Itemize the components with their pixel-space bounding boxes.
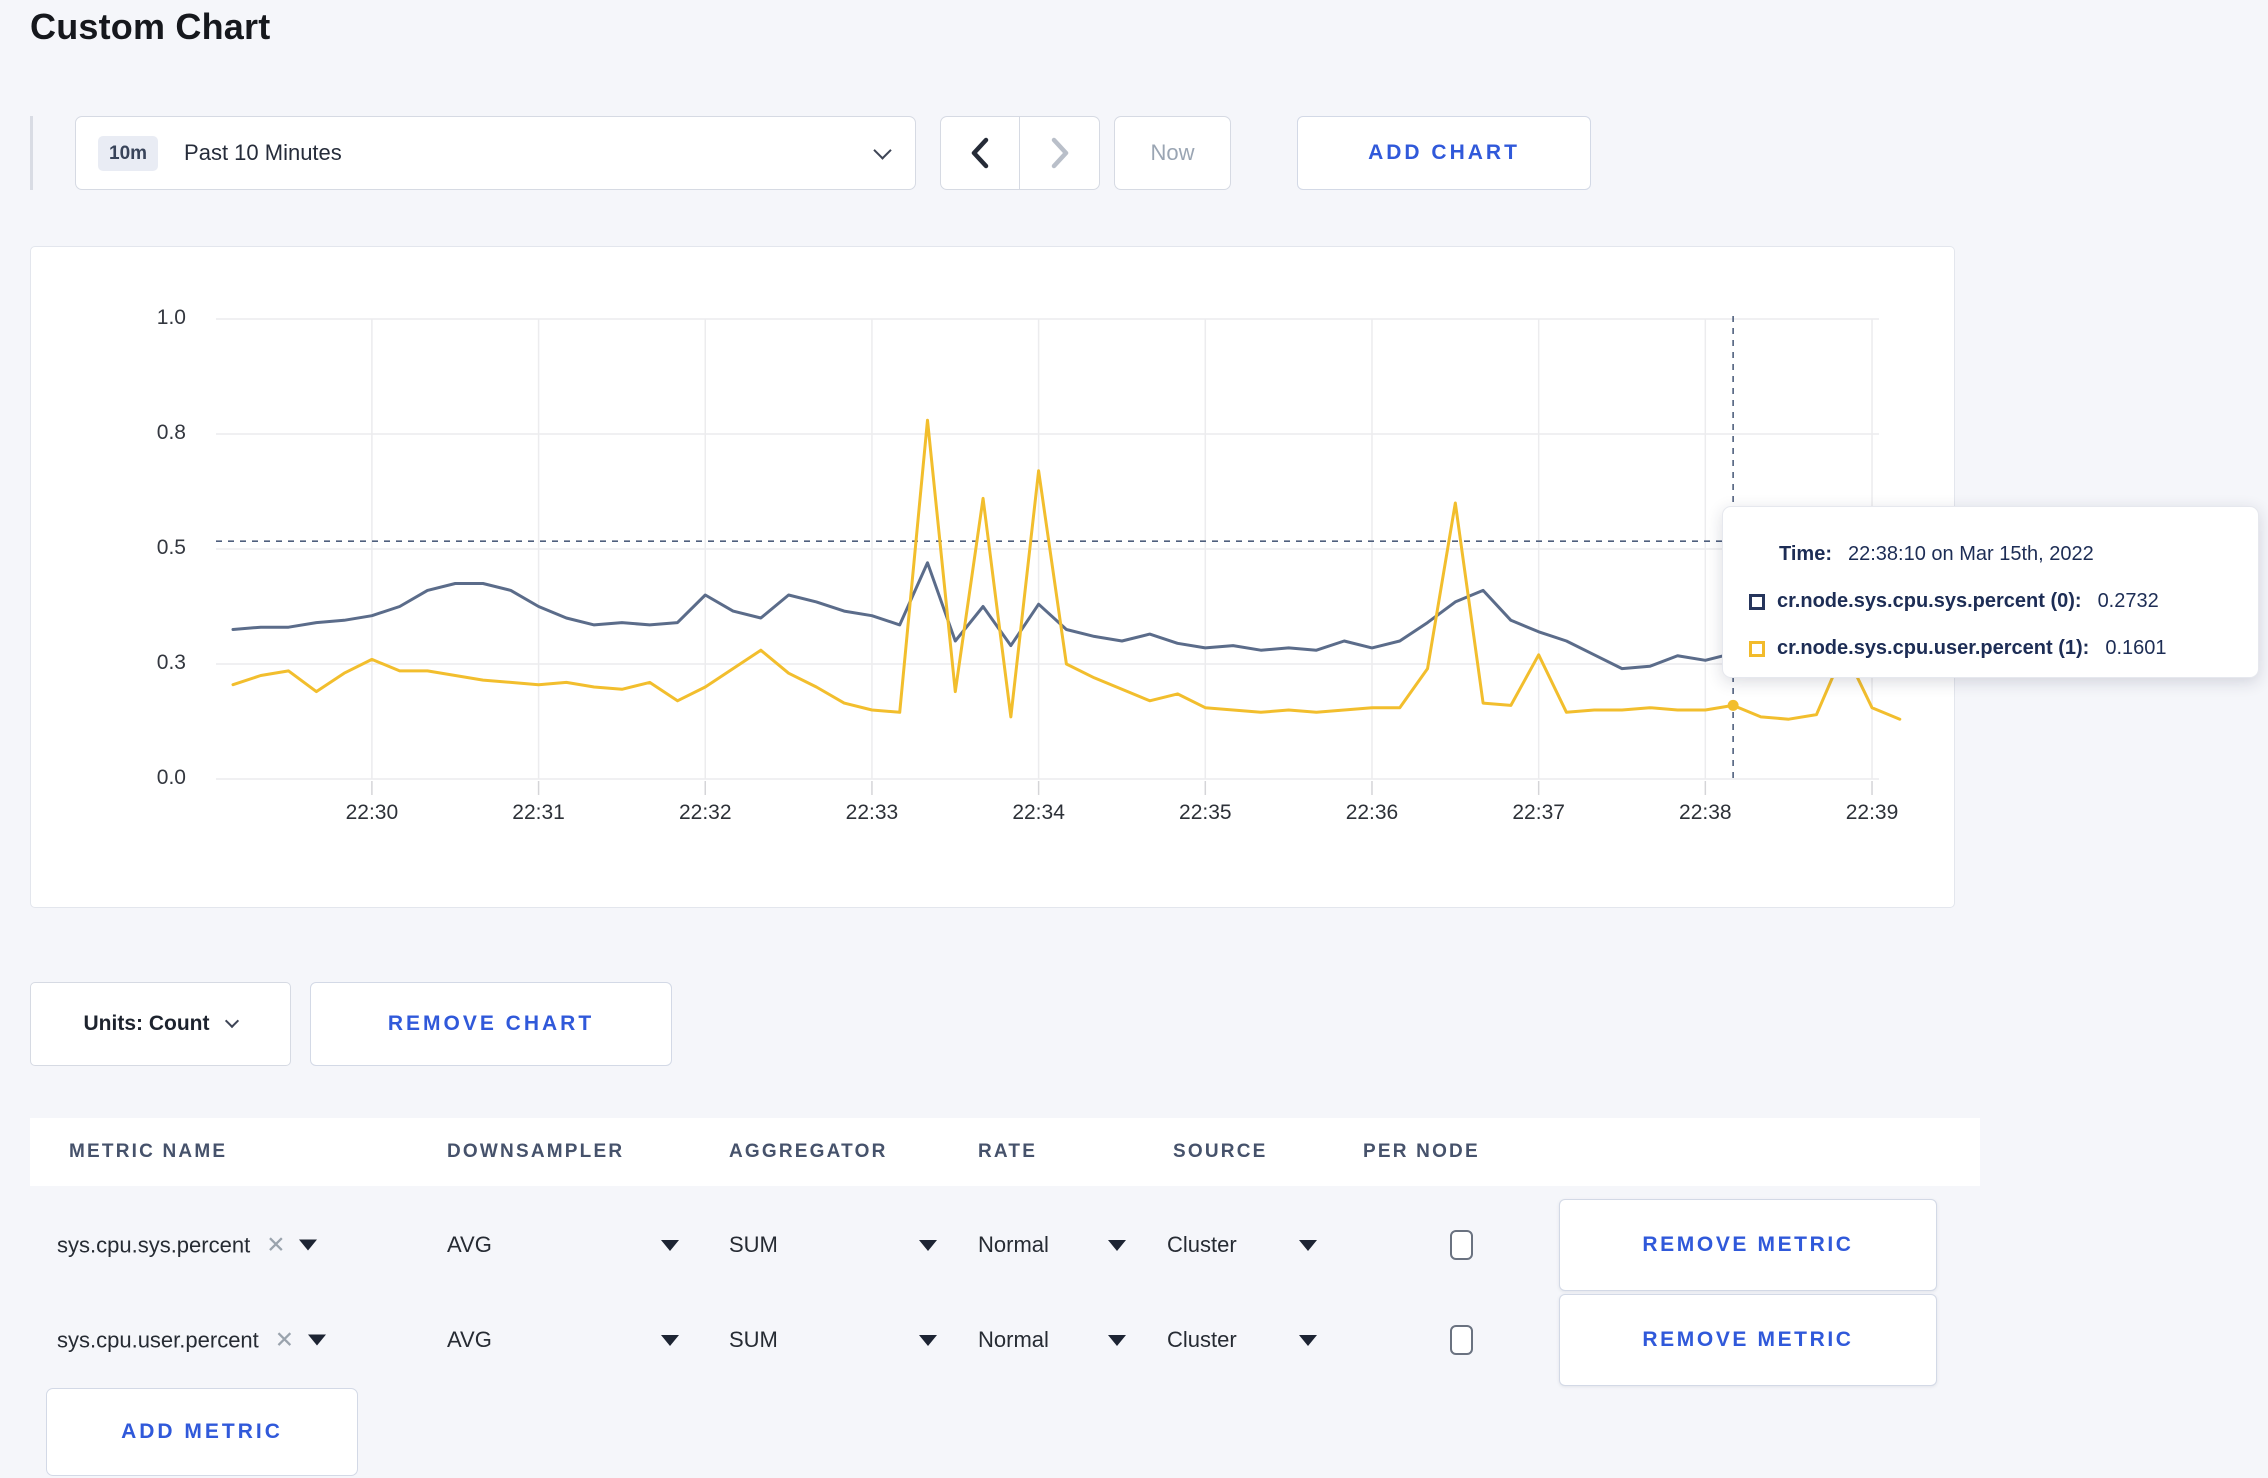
- chart-card: 0.0 0.3 0.5 0.8 1.0 22:30 22:31 22:32 22:33 22:34…: [30, 246, 2259, 908]
- per-node-checkbox[interactable]: [1450, 1325, 1473, 1355]
- tooltip-user-value: 0.1601: [2105, 637, 2167, 659]
- y-axis-label: 0.5: [156, 536, 186, 559]
- rate-dropdown[interactable]: Normal: [978, 1232, 1126, 1258]
- remove-metric-x-icon[interactable]: ✕: [266, 1232, 285, 1259]
- y-axis-label: 0.3: [156, 651, 186, 674]
- metric-row: sys.cpu.sys.percent ✕ AVG SUM Normal Clu…: [30, 1199, 1980, 1291]
- units-select[interactable]: Units: Count: [30, 982, 291, 1066]
- source-dropdown[interactable]: Cluster: [1167, 1232, 1317, 1258]
- x-axis-label: 22:35: [1179, 801, 1232, 824]
- tooltip-series-row: cr.node.sys.cpu.user.percent (1): 0.1601: [1723, 625, 2258, 672]
- col-header-source: SOURCE: [1173, 1141, 1268, 1162]
- caret-down-icon: [1108, 1334, 1126, 1346]
- y-axis-label: 1.0: [156, 306, 186, 329]
- caret-down-icon: [661, 1239, 679, 1251]
- chevron-down-icon: [873, 140, 892, 160]
- col-header-rate: RATE: [978, 1141, 1038, 1162]
- metrics-table-header: METRIC NAME DOWNSAMPLER AGGREGATOR RATE …: [30, 1118, 1980, 1186]
- time-range-badge: 10m: [98, 135, 159, 171]
- x-axis-label: 22:39: [1845, 801, 1899, 824]
- caret-down-icon: [1299, 1334, 1317, 1346]
- time-range-select[interactable]: 10m Past 10 Minutes: [75, 116, 916, 190]
- chevron-down-icon: [225, 1013, 240, 1029]
- rate-dropdown[interactable]: Normal: [978, 1327, 1126, 1353]
- tooltip-time-value: 22:38:10 on Mar 15th, 2022: [1847, 543, 2094, 565]
- col-header-aggregator: AGGREGATOR: [729, 1141, 888, 1162]
- tooltip-time-label: Time:: [1779, 543, 1832, 565]
- tooltip-user-label: cr.node.sys.cpu.user.percent (1):: [1777, 637, 2090, 659]
- downsampler-value: AVG: [447, 1232, 492, 1257]
- x-axis-label: 22:31: [512, 801, 565, 824]
- metric-name-dropdown[interactable]: sys.cpu.user.percent ✕: [57, 1327, 327, 1354]
- metric-name-value: sys.cpu.sys.percent: [57, 1232, 251, 1257]
- source-dropdown[interactable]: Cluster: [1167, 1327, 1317, 1353]
- x-axis-label: 22:32: [678, 801, 732, 824]
- units-label: Units: Count: [83, 1012, 210, 1035]
- downsampler-dropdown[interactable]: AVG: [447, 1232, 679, 1258]
- next-time-button[interactable]: [1020, 116, 1100, 190]
- x-axis-label: 22:33: [845, 801, 899, 824]
- toolbar-divider: [30, 116, 33, 190]
- page-title: Custom Chart: [30, 6, 271, 47]
- caret-down-icon: [308, 1334, 327, 1346]
- col-header-downsampler: DOWNSAMPLER: [447, 1141, 625, 1162]
- aggregator-value: SUM: [729, 1232, 778, 1257]
- per-node-checkbox[interactable]: [1450, 1230, 1473, 1260]
- x-axis-label: 22:36: [1345, 801, 1399, 824]
- x-axis-label: 22:34: [1012, 801, 1065, 824]
- rate-value: Normal: [978, 1327, 1049, 1352]
- chevron-right-icon: [1051, 137, 1068, 169]
- remove-chart-button[interactable]: REMOVE CHART: [310, 982, 672, 1066]
- remove-metric-button[interactable]: REMOVE METRIC: [1559, 1294, 1937, 1386]
- time-nav-group: [940, 116, 1100, 190]
- x-axis-label: 22:38: [1679, 801, 1732, 824]
- x-axis-label: 22:30: [345, 801, 399, 824]
- tooltip-series-row: cr.node.sys.cpu.sys.percent (0): 0.2732: [1723, 578, 2258, 625]
- col-header-metric-name: METRIC NAME: [69, 1141, 228, 1162]
- caret-down-icon: [299, 1239, 318, 1251]
- metric-name-dropdown[interactable]: sys.cpu.sys.percent ✕: [57, 1232, 318, 1259]
- source-value: Cluster: [1167, 1327, 1237, 1352]
- col-header-per-node: PER NODE: [1363, 1141, 1480, 1162]
- chevron-left-icon: [971, 137, 989, 169]
- now-button[interactable]: Now: [1114, 116, 1231, 190]
- add-metric-button[interactable]: ADD METRIC: [46, 1388, 358, 1476]
- user-series-swatch-icon: [1749, 640, 1765, 657]
- tooltip-time-row: Time: 22:38:10 on Mar 15th, 2022: [1723, 531, 2258, 578]
- remove-metric-button[interactable]: REMOVE METRIC: [1559, 1199, 1937, 1291]
- downsampler-value: AVG: [447, 1327, 492, 1352]
- aggregator-dropdown[interactable]: SUM: [729, 1232, 937, 1258]
- time-range-label: Past 10 Minutes: [184, 140, 342, 165]
- add-chart-button[interactable]: ADD CHART: [1297, 116, 1591, 190]
- remove-metric-x-icon[interactable]: ✕: [275, 1327, 294, 1354]
- metric-row: sys.cpu.user.percent ✕ AVG SUM Normal Cl…: [30, 1294, 1980, 1386]
- aggregator-dropdown[interactable]: SUM: [729, 1327, 937, 1353]
- metric-name-value: sys.cpu.user.percent: [57, 1327, 259, 1352]
- tooltip-sys-label: cr.node.sys.cpu.sys.percent (0):: [1777, 590, 2082, 612]
- chart-tooltip: Time: 22:38:10 on Mar 15th, 2022 cr.node…: [1722, 506, 2259, 678]
- rate-value: Normal: [978, 1232, 1049, 1257]
- prev-time-button[interactable]: [940, 116, 1020, 190]
- tooltip-sys-value: 0.2732: [2097, 590, 2159, 612]
- downsampler-dropdown[interactable]: AVG: [447, 1327, 679, 1353]
- aggregator-value: SUM: [729, 1327, 778, 1352]
- caret-down-icon: [1108, 1239, 1126, 1251]
- y-axis-label: 0.8: [156, 421, 186, 444]
- sys-series-swatch-icon: [1749, 593, 1765, 610]
- caret-down-icon: [1299, 1239, 1317, 1251]
- caret-down-icon: [919, 1239, 937, 1251]
- caret-down-icon: [661, 1334, 679, 1346]
- source-value: Cluster: [1167, 1232, 1237, 1257]
- x-axis-label: 22:37: [1512, 801, 1565, 824]
- caret-down-icon: [919, 1334, 937, 1346]
- y-axis-label: 0.0: [156, 766, 186, 789]
